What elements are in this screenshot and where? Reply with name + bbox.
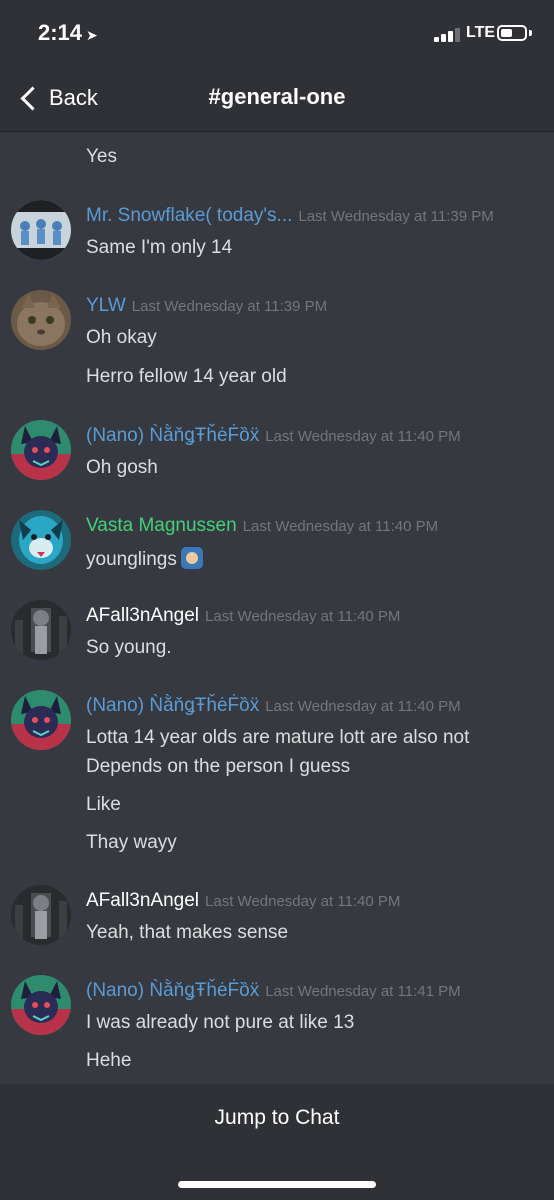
message-text-content: younglings — [86, 549, 177, 570]
message-text: Oh okay — [86, 327, 157, 348]
message-text: Like — [86, 794, 121, 815]
message-header: Vasta Magnussen Last Wednesday at 11:40 P… — [86, 515, 438, 537]
battery-tip — [529, 30, 532, 36]
message-text: younglings — [86, 547, 203, 571]
timestamp: Last Wednesday at 11:39 PM — [131, 298, 328, 315]
message-header: AFall3nAngel Last Wednesday at 11:40 PM — [86, 890, 400, 912]
message-text: Lotta 14 year olds are mature lott are a… — [86, 727, 470, 748]
author-name[interactable]: (Nano) ǸằňǥŦȟėḞȍẍ — [86, 695, 259, 716]
avatar[interactable] — [11, 420, 71, 480]
jump-to-chat-label: Jump to Chat — [214, 1106, 340, 1129]
timestamp: Last Wednesday at 11:39 PM — [298, 208, 494, 225]
timestamp: Last Wednesday at 11:40 PM — [205, 608, 401, 625]
person-emoji-icon — [180, 547, 203, 569]
avatar[interactable] — [11, 885, 71, 945]
network-type: LTE — [466, 24, 496, 41]
author-name[interactable]: (Nano) ǸằňǥŦȟėḞȍẍ — [86, 980, 259, 1001]
avatar[interactable] — [11, 290, 71, 350]
status-bar: 2:14 ➤ LTE — [0, 0, 554, 64]
message-text: Yeah, that makes sense — [86, 922, 289, 943]
timestamp: Last Wednesday at 11:41 PM — [265, 983, 461, 1000]
author-name[interactable]: AFall3nAngel — [86, 605, 199, 626]
timestamp: Last Wednesday at 11:40 PM — [265, 698, 461, 715]
avatar[interactable] — [11, 510, 71, 570]
message-text: Yes — [86, 146, 117, 167]
message-header: YLW Last Wednesday at 11:39 PM — [86, 295, 327, 317]
author-name[interactable]: (Nano) ǸằňǥŦȟėḞȍẍ — [86, 425, 259, 446]
battery-icon — [497, 25, 527, 41]
message-text: Oh gosh — [86, 457, 158, 478]
message-text: I was already not pure at like 13 — [86, 1012, 355, 1033]
status-time: 2:14 ➤ — [38, 20, 98, 45]
timestamp: Last Wednesday at 11:40 PM — [265, 428, 461, 445]
avatar[interactable] — [11, 200, 71, 260]
timestamp: Last Wednesday at 11:40 PM — [242, 518, 439, 535]
message-text: Same I'm only 14 — [86, 237, 233, 258]
message-header: (Nano) ǸằňǥŦȟėḞȍẍ Last Wednesday at 11:40… — [86, 425, 461, 447]
message-header: (Nano) ǸằňǥŦȟėḞȍẍ Last Wednesday at 11:41… — [86, 980, 461, 1002]
timestamp: Last Wednesday at 11:40 PM — [205, 893, 401, 910]
message-header: Mr. Snowflake( today's... Last Wednesday … — [86, 205, 494, 227]
cellular-signal-icon — [434, 26, 462, 42]
navigation-bar: Back #general-one — [0, 64, 554, 132]
message-text: So young. — [86, 637, 172, 658]
author-name[interactable]: AFall3nAngel — [86, 890, 199, 911]
message-list[interactable]: Yes Mr. Snowflake( today's... Last Wednes… — [0, 132, 554, 1084]
message-text: Hehe — [86, 1050, 132, 1071]
message-header: AFall3nAngel Last Wednesday at 11:40 PM — [86, 605, 400, 627]
avatar[interactable] — [11, 975, 71, 1035]
message-text: Herro fellow 14 year old — [86, 366, 287, 387]
home-indicator[interactable] — [178, 1181, 376, 1188]
channel-title: #general-one — [208, 84, 346, 109]
author-name[interactable]: Vasta Magnussen — [86, 515, 237, 536]
location-arrow-icon: ➤ — [86, 27, 98, 43]
avatar[interactable] — [11, 690, 71, 750]
author-name[interactable]: YLW — [86, 295, 126, 316]
message-header: (Nano) ǸằňǥŦȟėḞȍẍ Last Wednesday at 11:40… — [86, 695, 461, 717]
message-text: Thay wayy — [86, 832, 177, 853]
avatar[interactable] — [11, 600, 71, 660]
author-name[interactable]: Mr. Snowflake( today's... — [86, 205, 292, 226]
message-text: Depends on the person I guess — [86, 756, 351, 777]
